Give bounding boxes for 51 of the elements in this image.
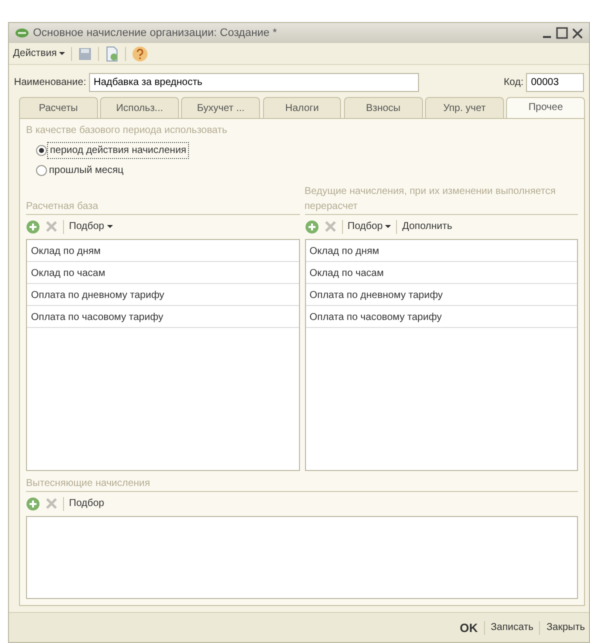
- tab[interactable]: Взносы: [344, 97, 423, 118]
- list-row[interactable]: Оклад по дням: [27, 240, 298, 262]
- window-title: Основное начисление организации: Создание *: [33, 26, 278, 41]
- add-icon[interactable]: [304, 220, 318, 234]
- footer-button[interactable]: Закрыть: [546, 620, 585, 635]
- list-row[interactable]: Оклад по дням: [306, 240, 577, 262]
- document-refresh-icon[interactable]: [105, 46, 120, 62]
- tab[interactable]: Налоги: [262, 97, 342, 118]
- select-menu[interactable]: Подбор: [348, 219, 392, 234]
- list-row[interactable]: Оклад по часам: [27, 262, 298, 284]
- maximize-icon[interactable]: [556, 27, 568, 39]
- section-label: Вытесняющие начисления: [26, 478, 150, 488]
- group-label: В качестве базового периода использовать: [26, 124, 228, 138]
- list-row[interactable]: Оплата по часовому тарифу: [306, 306, 577, 328]
- radio-button[interactable]: [36, 165, 47, 176]
- close-icon[interactable]: [572, 28, 583, 38]
- list-row[interactable]: Оплата по часовому тарифу: [27, 306, 298, 328]
- field-label: Наименование:: [14, 76, 86, 90]
- caret-icon: [385, 225, 392, 228]
- radio-label: прошлый месяц: [48, 164, 125, 178]
- tab[interactable]: Расчеты: [19, 97, 98, 118]
- list-row[interactable]: Оплата по дневному тарифу: [27, 284, 298, 306]
- actions-menu[interactable]: Действия: [13, 46, 66, 61]
- toolbar-button[interactable]: Подбор: [69, 496, 104, 511]
- list-row[interactable]: Оклад по часам: [306, 262, 577, 284]
- code-field[interactable]: 00003: [526, 73, 584, 92]
- delete-icon[interactable]: [324, 220, 336, 233]
- tab[interactable]: Упр. учет: [425, 97, 504, 118]
- name-field[interactable]: Надбавка за вредность: [88, 73, 419, 92]
- caret-icon: [59, 52, 66, 55]
- tab[interactable]: Использ...: [100, 97, 179, 118]
- add-icon[interactable]: [26, 220, 40, 234]
- add-icon[interactable]: [26, 496, 40, 510]
- section-label: Ведущие начисления, при их изменении выполняется перерасчет: [304, 184, 557, 214]
- toolbar-button[interactable]: Дополнить: [402, 219, 452, 234]
- field-label: Код:: [504, 76, 524, 90]
- footer-button[interactable]: Записать: [490, 620, 534, 635]
- tab[interactable]: Бухучет ...: [181, 97, 260, 118]
- footer-button[interactable]: OK: [460, 618, 478, 636]
- tab[interactable]: Прочее: [506, 97, 586, 119]
- window-icon: [15, 28, 29, 38]
- caret-icon: [106, 225, 113, 228]
- radio-button[interactable]: [36, 145, 47, 156]
- help-icon[interactable]: [132, 46, 148, 62]
- delete-icon[interactable]: [45, 220, 58, 233]
- section-label: Расчетная база: [26, 200, 98, 214]
- delete-icon[interactable]: [45, 497, 58, 510]
- list-row[interactable]: Оплата по дневному тарифу: [306, 284, 577, 306]
- radio-label: период действия начисления: [47, 142, 190, 159]
- select-menu[interactable]: Подбор: [69, 219, 113, 234]
- save-icon[interactable]: [78, 46, 92, 60]
